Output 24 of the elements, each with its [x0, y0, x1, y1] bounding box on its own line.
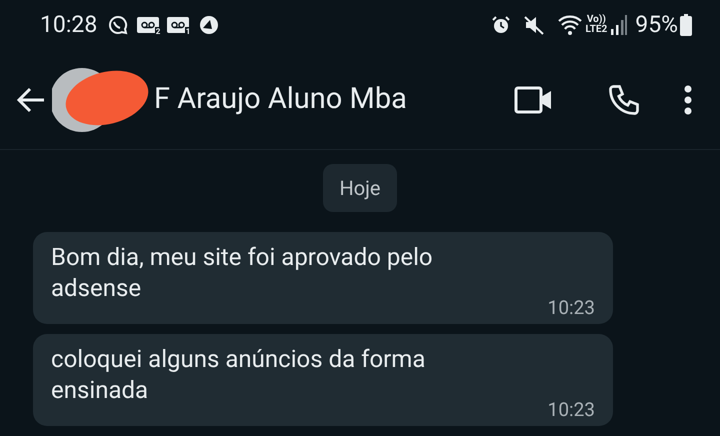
battery-percent: 95% [635, 10, 678, 40]
muted-speaker-icon [523, 15, 546, 35]
voicemail-count: 2 [154, 27, 162, 36]
volte-label: Vo)) [586, 15, 606, 25]
redacted-avatar-drawing[interactable] [52, 66, 150, 134]
signal-bars-icon [611, 15, 628, 35]
date-chip: Hoje [323, 164, 397, 212]
voicemail-icon [137, 17, 160, 33]
lte-label: LTE2 [585, 25, 608, 35]
video-call-icon[interactable] [514, 84, 554, 114]
voicemail-count: 1 [184, 27, 192, 36]
alarm-icon [491, 15, 512, 35]
message-time: 10:23 [548, 398, 595, 422]
voicemail-icon [167, 17, 190, 33]
message-text: Bom dia, meu site foi aprovado pelo adsense [51, 242, 434, 304]
message-text: coloquei alguns anúncios da forma ensinada [51, 344, 426, 406]
contact-name[interactable]: F Araujo Aluno Mba [154, 78, 407, 122]
message-time: 10:23 [548, 296, 595, 320]
more-options-icon[interactable] [684, 84, 692, 114]
clock-time: 10:28 [40, 10, 98, 40]
circle-logo-icon [199, 15, 220, 35]
back-arrow-icon[interactable] [16, 86, 46, 112]
battery-icon [680, 14, 692, 36]
wifi-icon [557, 14, 584, 36]
